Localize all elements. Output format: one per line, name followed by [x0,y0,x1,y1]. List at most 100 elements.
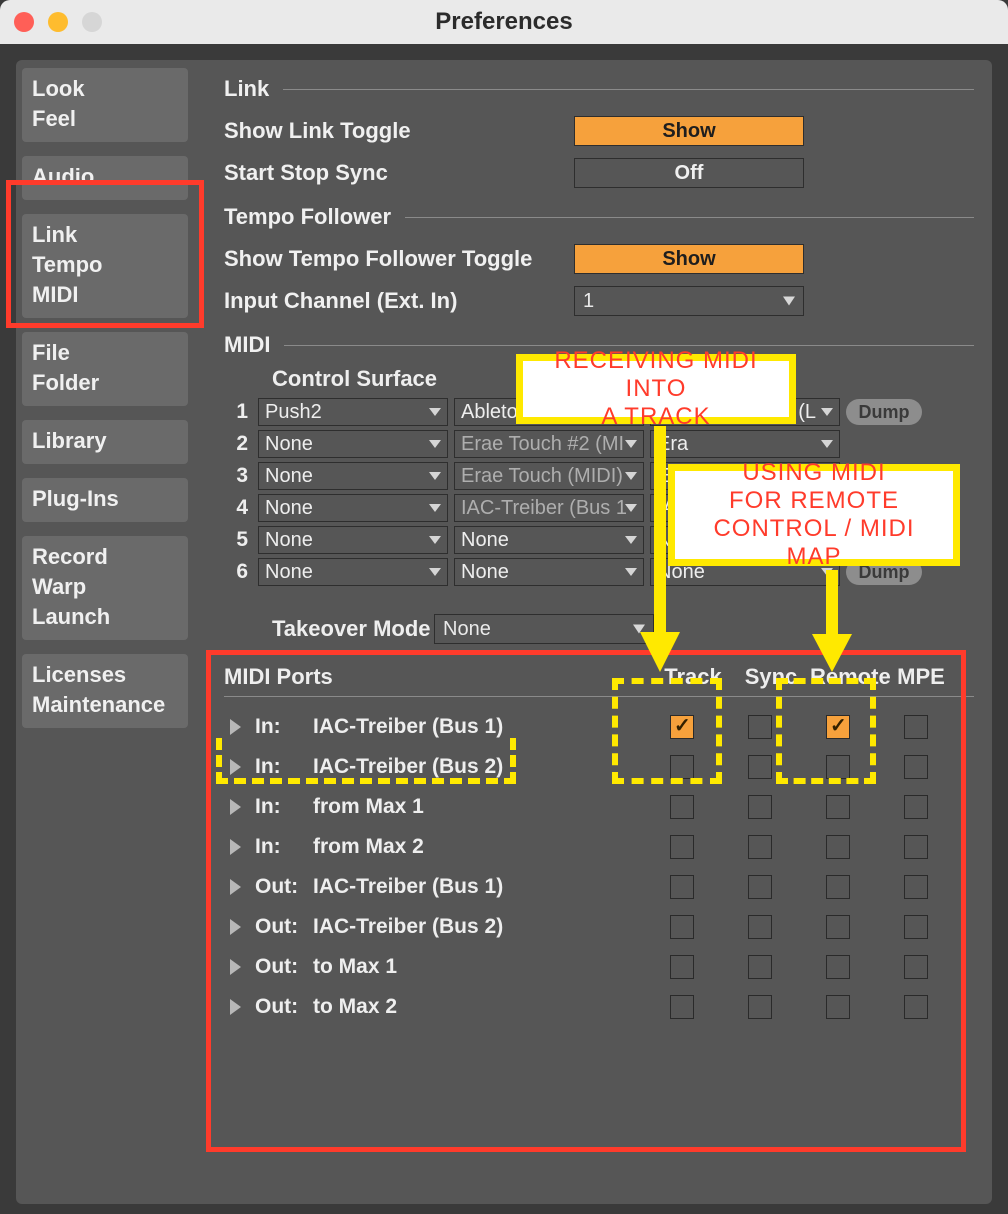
sidebar-group-library[interactable]: Library [22,420,188,464]
port-checkboxes [643,795,955,819]
expand-icon[interactable] [230,919,241,935]
chevron-down-icon [429,504,441,512]
checkbox-track[interactable] [670,995,694,1019]
port-direction: In: [255,835,313,859]
checkbox-remote[interactable] [826,955,850,979]
dropdown-cs-input[interactable]: None [454,526,644,554]
checkbox-mpe[interactable] [904,795,928,819]
checkbox-remote[interactable] [826,875,850,899]
toggle-show-tf[interactable]: Show [574,244,804,274]
row-input-channel: Input Channel (Ext. In) 1 [224,280,974,322]
checkbox-mpe[interactable] [904,915,928,939]
label-show-tf: Show Tempo Follower Toggle [224,246,574,272]
dropdown-control-surface[interactable]: None [258,494,448,522]
sidebar: Look Feel Audio Link Tempo MIDI File Fol… [16,60,194,1204]
port-checkboxes [643,915,955,939]
dropdown-input-channel[interactable]: 1 [574,286,804,316]
checkbox-mpe[interactable] [904,755,928,779]
dropdown-control-surface[interactable]: None [258,526,448,554]
sidebar-item-look: Look [32,74,180,104]
divider [284,345,974,346]
checkbox-mpe[interactable] [904,995,928,1019]
expand-icon[interactable] [230,879,241,895]
minimize-icon[interactable] [48,12,68,32]
checkbox-track[interactable] [670,715,694,739]
toggle-start-stop-sync[interactable]: Off [574,158,804,188]
checkbox-sync[interactable] [748,755,772,779]
sidebar-item-audio: Audio [32,162,180,192]
sidebar-item-link: Link [32,220,180,250]
checkbox-track[interactable] [670,955,694,979]
sidebar-group-look[interactable]: Look Feel [22,68,188,142]
dump-button[interactable]: Dump [846,399,922,425]
chevron-down-icon [625,472,637,480]
midi-port-row: Out:IAC-Treiber (Bus 1) [224,867,974,907]
expand-icon[interactable] [230,839,241,855]
cs-row-number: 6 [224,560,252,584]
cs-header-label: Control Surface [272,366,437,392]
sidebar-group-licenses[interactable]: Licenses Maintenance [22,654,188,728]
dropdown-takeover[interactable]: None [434,614,654,644]
maximize-icon[interactable] [82,12,102,32]
dropdown-control-surface[interactable]: None [258,430,448,458]
checkbox-track[interactable] [670,915,694,939]
sidebar-item-maintenance: Maintenance [32,690,180,720]
checkbox-remote[interactable] [826,915,850,939]
expand-icon[interactable] [230,719,241,735]
dropdown-value: None [443,618,491,641]
close-icon[interactable] [14,12,34,32]
expand-icon[interactable] [230,799,241,815]
dropdown-cs-input[interactable]: Erae Touch #2 (MI [454,430,644,458]
expand-icon[interactable] [230,759,241,775]
port-direction: Out: [255,915,313,939]
checkbox-sync[interactable] [748,955,772,979]
dropdown-control-surface[interactable]: Push2 [258,398,448,426]
sidebar-group-audio[interactable]: Audio [22,156,188,200]
checkbox-sync[interactable] [748,915,772,939]
sidebar-group-file[interactable]: File Folder [22,332,188,406]
checkbox-track[interactable] [670,755,694,779]
toggle-show-link[interactable]: Show [574,116,804,146]
sidebar-item-record: Record [32,542,180,572]
checkbox-remote[interactable] [826,795,850,819]
expand-icon[interactable] [230,999,241,1015]
dropdown-cs-input[interactable]: IAC-Treiber (Bus 1 [454,494,644,522]
port-checkboxes [643,995,955,1019]
chevron-down-icon [625,568,637,576]
checkbox-sync[interactable] [748,835,772,859]
sidebar-item-tempo: Tempo [32,250,180,280]
checkbox-remote[interactable] [826,715,850,739]
label-takeover: Takeover Mode [224,616,434,642]
chevron-down-icon [783,297,795,306]
checkbox-remote[interactable] [826,755,850,779]
port-name: IAC-Treiber (Bus 1) [313,715,643,739]
midi-port-row: In:from Max 1 [224,787,974,827]
label-start-stop-sync: Start Stop Sync [224,160,574,186]
checkbox-track[interactable] [670,835,694,859]
sidebar-group-plugins[interactable]: Plug-Ins [22,478,188,522]
expand-icon[interactable] [230,959,241,975]
section-tf-label: Tempo Follower [224,204,391,230]
checkbox-mpe[interactable] [904,835,928,859]
checkbox-remote[interactable] [826,835,850,859]
dropdown-cs-output[interactable]: Era [650,430,840,458]
row-show-link-toggle: Show Link Toggle Show [224,110,974,152]
checkbox-track[interactable] [670,875,694,899]
checkbox-track[interactable] [670,795,694,819]
checkbox-mpe[interactable] [904,875,928,899]
sidebar-group-link-midi[interactable]: Link Tempo MIDI [22,214,188,318]
section-link: Link [224,76,974,102]
checkbox-sync[interactable] [748,875,772,899]
checkbox-sync[interactable] [748,995,772,1019]
dropdown-control-surface[interactable]: None [258,462,448,490]
dropdown-cs-input[interactable]: None [454,558,644,586]
dropdown-control-surface[interactable]: None [258,558,448,586]
checkbox-sync[interactable] [748,795,772,819]
content: Link Show Link Toggle Show Start Stop Sy… [194,60,992,1204]
checkbox-mpe[interactable] [904,955,928,979]
checkbox-remote[interactable] [826,995,850,1019]
dropdown-cs-input[interactable]: Erae Touch (MIDI) [454,462,644,490]
sidebar-group-record[interactable]: Record Warp Launch [22,536,188,640]
checkbox-sync[interactable] [748,715,772,739]
checkbox-mpe[interactable] [904,715,928,739]
